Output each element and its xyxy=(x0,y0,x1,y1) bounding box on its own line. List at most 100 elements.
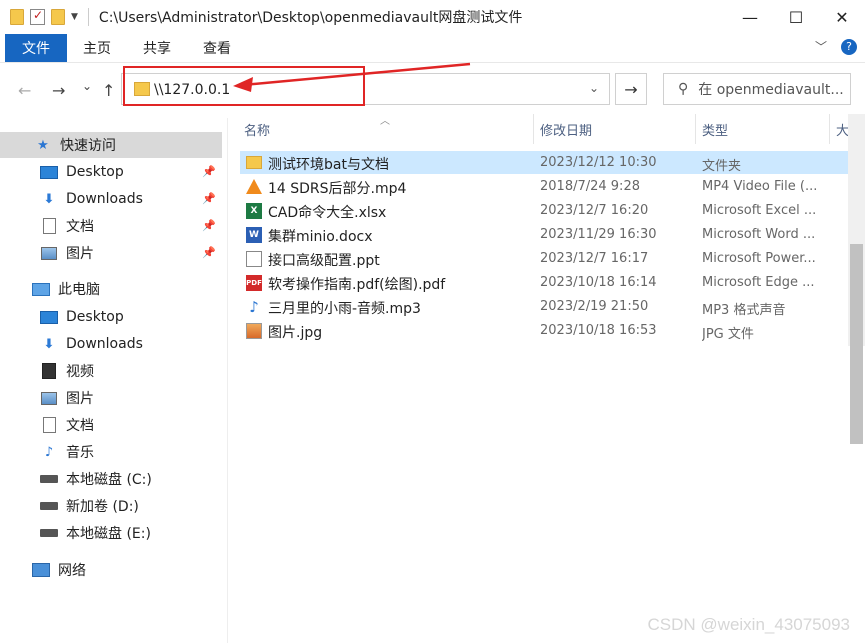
tab-share[interactable]: 共享 xyxy=(127,34,187,62)
sidebar-item-label: 文档 xyxy=(66,219,94,235)
video-icon xyxy=(42,363,56,379)
pin-icon[interactable]: 📌 xyxy=(202,246,216,259)
sidebar-item-label: 文档 xyxy=(66,418,94,434)
forward-button[interactable]: → xyxy=(52,81,65,100)
pin-icon[interactable]: 📌 xyxy=(202,219,216,232)
computer-icon xyxy=(32,282,50,296)
sidebar-item-label: Desktop xyxy=(66,164,124,180)
chevron-down-icon[interactable]: ⌄ xyxy=(589,81,599,95)
document-icon xyxy=(42,417,56,433)
file-name: 测试环境bat与文档 xyxy=(268,157,389,173)
up-button[interactable]: ↑ xyxy=(102,81,115,100)
file-date: 2023/12/12 10:30 xyxy=(540,155,657,170)
sidebar-item-documents[interactable]: 文档 📌 xyxy=(0,213,222,239)
divider xyxy=(87,8,89,26)
chevron-down-icon[interactable]: ﹀ xyxy=(815,38,827,55)
sidebar-item-pictures[interactable]: 图片 📌 xyxy=(0,240,222,266)
file-type: MP3 格式声音 xyxy=(702,303,786,318)
divider xyxy=(695,114,696,144)
sidebar-item-network[interactable]: 网络 xyxy=(0,557,222,583)
sidebar-item-label: 新加卷 (D:) xyxy=(66,499,139,515)
sidebar-item-label: Downloads xyxy=(66,336,143,352)
file-date: 2023/12/7 16:20 xyxy=(540,203,649,218)
sidebar-item-downloads[interactable]: ⬇ Downloads 📌 xyxy=(0,186,222,212)
file-date: 2023/10/18 16:53 xyxy=(540,323,657,338)
sidebar-item-pc-downloads[interactable]: ⬇ Downloads xyxy=(0,331,222,357)
drive-icon xyxy=(40,502,58,510)
file-name: 集群minio.docx xyxy=(268,229,373,245)
sidebar-item-label: 音乐 xyxy=(66,445,94,461)
maximize-button[interactable]: ☐ xyxy=(773,0,819,34)
go-button[interactable]: → xyxy=(615,73,647,105)
file-row[interactable]: W 集群minio.docx 2023/11/29 16:30 Microsof… xyxy=(240,223,865,246)
title-bar: ▼ C:\Users\Administrator\Desktop\openmed… xyxy=(0,0,865,34)
desktop-icon xyxy=(40,165,58,179)
navigation-pane: ★ 快速访问 Desktop 📌 ⬇ Downloads 📌 文档 📌 图片 📌… xyxy=(0,118,228,643)
folder-icon xyxy=(246,156,262,169)
sidebar-item-this-pc[interactable]: 此电脑 xyxy=(0,276,222,302)
help-icon[interactable]: ? xyxy=(841,38,857,55)
new-folder-icon[interactable] xyxy=(51,9,65,25)
file-row[interactable]: PDF 软考操作指南.pdf(绘图).pdf 2023/10/18 16:14 … xyxy=(240,271,865,294)
file-type: JPG 文件 xyxy=(702,327,754,342)
minimize-button[interactable]: — xyxy=(727,0,773,34)
tab-home[interactable]: 主页 xyxy=(67,34,127,62)
vertical-scrollbar[interactable] xyxy=(848,114,865,444)
back-button[interactable]: ← xyxy=(18,81,31,100)
ribbon-controls: ﹀ ? xyxy=(815,38,857,55)
close-button[interactable]: ✕ xyxy=(819,0,865,34)
network-icon xyxy=(32,563,50,577)
sidebar-item-desktop[interactable]: Desktop 📌 xyxy=(0,159,222,185)
file-type: Microsoft Word ... xyxy=(702,227,816,242)
sidebar-item-drive-c[interactable]: 本地磁盘 (C:) xyxy=(0,466,222,492)
file-name: 14 SDRS后部分.mp4 xyxy=(268,181,407,197)
file-type: MP4 Video File (... xyxy=(702,179,818,194)
column-header-date[interactable]: 修改日期 xyxy=(540,114,690,144)
file-type: Microsoft Excel ... xyxy=(702,203,817,218)
file-date: 2023/10/18 16:14 xyxy=(540,275,657,290)
file-row[interactable]: ♪ 三月里的小雨-音频.mp3 2023/2/19 21:50 MP3 格式声音… xyxy=(240,295,865,318)
file-row[interactable]: 14 SDRS后部分.mp4 2018/7/24 9:28 MP4 Video … xyxy=(240,175,865,198)
sidebar-item-drive-d[interactable]: 新加卷 (D:) xyxy=(0,493,222,519)
customize-toolbar-icon[interactable]: ▼ xyxy=(71,12,78,22)
recent-locations-button[interactable]: ⌄ xyxy=(82,79,92,93)
audio-icon: ♪ xyxy=(249,298,259,316)
file-name: CAD命令大全.xlsx xyxy=(268,205,387,221)
sidebar-item-label: 图片 xyxy=(66,391,94,407)
drive-icon xyxy=(40,529,58,537)
sidebar-item-label: 此电脑 xyxy=(58,282,100,298)
file-name: 三月里的小雨-音频.mp3 xyxy=(268,301,421,317)
sidebar-item-label: 图片 xyxy=(66,246,94,262)
sidebar-item-videos[interactable]: 视频 xyxy=(0,358,222,384)
sidebar-item-music[interactable]: ♪ 音乐 xyxy=(0,439,222,465)
search-icon: ⚲ xyxy=(678,81,689,97)
sidebar-item-quick-access[interactable]: ★ 快速访问 xyxy=(0,132,222,158)
sidebar-item-pc-desktop[interactable]: Desktop xyxy=(0,304,222,330)
excel-icon: X xyxy=(246,203,262,219)
column-header-name[interactable]: 名称 xyxy=(244,114,524,144)
properties-icon[interactable] xyxy=(30,8,45,25)
download-icon: ⬇ xyxy=(43,336,55,352)
sidebar-item-label: 本地磁盘 (C:) xyxy=(66,472,152,488)
file-type: Microsoft Power... xyxy=(702,251,816,266)
file-name: 软考操作指南.pdf(绘图).pdf xyxy=(268,277,446,293)
search-input[interactable]: ⚲ 在 openmediavault... xyxy=(663,73,851,105)
tab-file[interactable]: 文件 xyxy=(5,34,67,62)
search-placeholder: 在 openmediavault... xyxy=(698,82,844,98)
column-header-type[interactable]: 类型 xyxy=(702,114,822,144)
folder-icon[interactable] xyxy=(10,9,24,25)
file-row[interactable]: 测试环境bat与文档 2023/12/12 10:30 文件夹 xyxy=(240,151,865,174)
watermark: CSDN @weixin_43075093 xyxy=(647,615,850,634)
sidebar-item-label: 快速访问 xyxy=(60,138,116,154)
sidebar-item-label: 网络 xyxy=(58,563,86,579)
file-row[interactable]: 接口高级配置.ppt 2023/12/7 16:17 Microsoft Pow… xyxy=(240,247,865,270)
pin-icon[interactable]: 📌 xyxy=(202,165,216,178)
sidebar-item-pc-documents[interactable]: 文档 xyxy=(0,412,222,438)
scrollbar-thumb[interactable] xyxy=(850,244,863,444)
file-row[interactable]: X CAD命令大全.xlsx 2023/12/7 16:20 Microsoft… xyxy=(240,199,865,222)
file-row[interactable]: 图片.jpg 2023/10/18 16:53 JPG 文件 xyxy=(240,319,865,342)
vlc-icon xyxy=(246,179,262,194)
pin-icon[interactable]: 📌 xyxy=(202,192,216,205)
sidebar-item-drive-e[interactable]: 本地磁盘 (E:) xyxy=(0,520,222,546)
sidebar-item-pc-pictures[interactable]: 图片 xyxy=(0,385,222,411)
